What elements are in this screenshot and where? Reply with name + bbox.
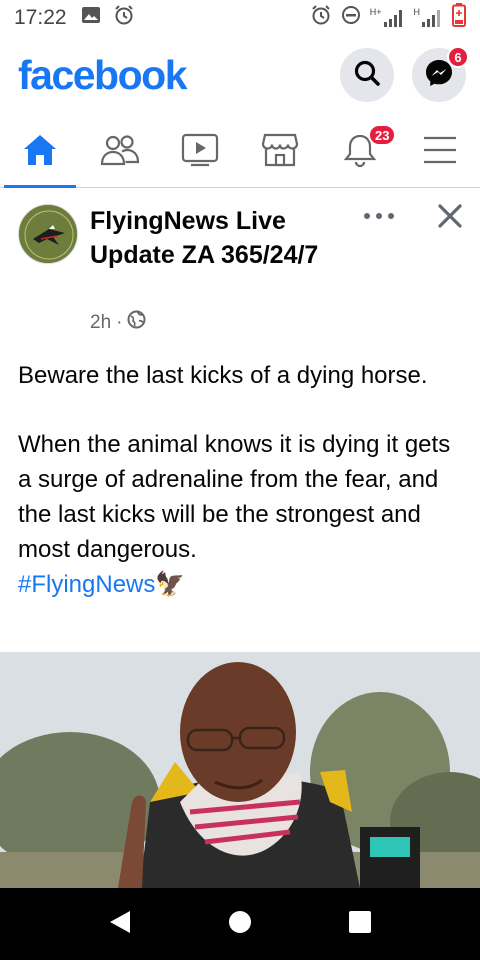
- tab-friends[interactable]: [80, 118, 160, 187]
- post-body: Beware the last kicks of a dying horse. …: [18, 358, 468, 602]
- post-header: FlyingNews Live Update ZA 365/24/7 2h ·: [0, 188, 480, 338]
- post-time[interactable]: 2h: [90, 312, 111, 334]
- more-dot: [388, 213, 394, 219]
- notifications-badge: 23: [368, 124, 397, 146]
- post-paragraph: Beware the last kicks of a dying horse.: [18, 362, 428, 389]
- status-time: 17:22: [14, 6, 67, 29]
- battery-low-icon: [452, 3, 466, 33]
- post-meta: 2h ·: [90, 310, 146, 335]
- hide-post-button[interactable]: [436, 202, 464, 230]
- messenger-badge: 6: [447, 46, 469, 68]
- post-paragraph: When the animal knows it is dying it get…: [18, 431, 451, 598]
- tab-notifications[interactable]: 23: [320, 118, 400, 187]
- post-photo[interactable]: [0, 652, 480, 888]
- home-circle-icon[interactable]: [228, 910, 252, 939]
- menu-icon: [423, 135, 457, 170]
- globe-icon: [127, 310, 146, 335]
- tab-watch[interactable]: [160, 118, 240, 187]
- search-icon: [353, 59, 381, 92]
- more-dot: [364, 213, 370, 219]
- post-author[interactable]: FlyingNews Live Update ZA 365/24/7: [90, 204, 320, 272]
- messenger-button[interactable]: 6: [412, 46, 469, 102]
- recents-icon[interactable]: [348, 910, 372, 939]
- post-more-button[interactable]: [364, 206, 394, 226]
- search-button[interactable]: [340, 48, 394, 102]
- marketplace-icon: [261, 132, 299, 173]
- tab-home[interactable]: [0, 118, 80, 188]
- main-tabs: 23: [0, 118, 480, 188]
- status-bar: 17:22 H+ H: [0, 0, 480, 36]
- tab-marketplace[interactable]: [240, 118, 320, 187]
- alarm-icon: [113, 4, 135, 32]
- app-header: facebook 6: [0, 40, 480, 110]
- tab-menu[interactable]: [400, 118, 480, 187]
- close-icon: [436, 204, 464, 234]
- signal-hplus-icon: H+: [370, 8, 405, 28]
- eagle-emoji: 🦅: [155, 571, 186, 598]
- do-not-disturb-icon: [341, 5, 361, 31]
- meta-separator: ·: [116, 311, 123, 333]
- system-nav-bar: [0, 888, 480, 960]
- more-dot: [376, 213, 382, 219]
- feed-post: FlyingNews Live Update ZA 365/24/7 2h · …: [0, 188, 480, 598]
- back-icon[interactable]: [108, 909, 132, 940]
- friends-icon: [100, 134, 140, 171]
- signal-h-icon: H: [414, 8, 444, 28]
- facebook-logo: facebook: [18, 51, 188, 98]
- home-icon: [22, 133, 58, 172]
- page-avatar[interactable]: [18, 204, 78, 264]
- watch-icon: [181, 133, 219, 172]
- image-icon: [81, 6, 101, 30]
- hashtag-link[interactable]: #FlyingNews: [18, 571, 155, 598]
- alarm-icon: [310, 4, 332, 32]
